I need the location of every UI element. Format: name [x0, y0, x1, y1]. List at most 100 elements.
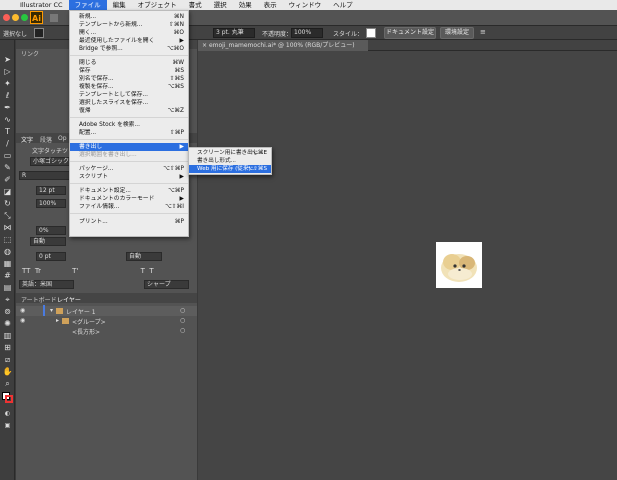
menu-item-save[interactable]: 保存 ⌘S — [70, 67, 188, 75]
close-window-icon[interactable] — [3, 14, 10, 21]
close-tab-icon[interactable]: × — [202, 42, 207, 49]
expand-chevron-icon[interactable]: ▸ — [56, 317, 59, 324]
expand-chevron-icon[interactable]: ▾ — [50, 307, 53, 314]
artboard[interactable] — [436, 242, 482, 288]
paintbrush-tool-icon[interactable]: ✎ — [2, 162, 13, 173]
opacity-input[interactable]: 100% — [291, 28, 323, 38]
menu-item-save-copy[interactable]: 複製を保存... ⌥⌘S — [70, 83, 188, 91]
zoom-window-icon[interactable] — [21, 14, 28, 21]
menu-item-export-as[interactable]: 書き出し形式... — [189, 157, 271, 165]
direct-selection-tool-icon[interactable]: ▷ — [2, 66, 13, 77]
document-setup-button[interactable]: ドキュメント設定 — [384, 27, 436, 39]
menu-item-save-for-web[interactable]: Web 用に保存 (従来)... ⌥⇧⌘S — [189, 165, 271, 173]
font-style-field[interactable]: R — [19, 171, 70, 180]
menu-window[interactable]: ウィンドウ — [283, 0, 328, 10]
drawing-mode-icon[interactable]: ◐ — [2, 408, 13, 419]
perspective-grid-tool-icon[interactable]: ▦ — [2, 258, 13, 269]
text-style-buttons[interactable]: TT Tr T' T T — [22, 267, 154, 275]
menu-item-document-color-mode[interactable]: ドキュメントのカラーモード ▶ — [70, 195, 188, 203]
menu-item-browse-bridge[interactable]: Bridge で参照... ⌥⌘O — [70, 45, 188, 53]
menu-item-open-recent[interactable]: 最近使用したファイルを開く ▶ — [70, 37, 188, 45]
layer-row[interactable]: ◉ ▾ レイヤー 1 ○ — [16, 305, 197, 317]
menu-item-document-setup[interactable]: ドキュメント設定... ⌥⌘P — [70, 187, 188, 195]
style-swatch[interactable] — [366, 28, 376, 38]
antialias-field[interactable]: シャープ — [144, 280, 189, 289]
menu-item-print[interactable]: プリント... ⌘P — [70, 218, 188, 226]
visibility-eye-icon[interactable]: ◉ — [20, 317, 25, 324]
vertical-scale-field[interactable]: 100% — [36, 199, 66, 208]
menu-item-export-for-screens[interactable]: スクリーン用に書き出し... ⌥⌘E — [189, 149, 271, 157]
layer-name[interactable]: <グループ> — [72, 317, 106, 326]
menu-type[interactable]: 書式 — [183, 0, 208, 10]
pen-tool-icon[interactable]: ✒ — [2, 102, 13, 113]
menu-edit[interactable]: 編集 — [107, 0, 132, 10]
visibility-eye-icon[interactable]: ◉ — [20, 307, 25, 314]
zoom-tool-icon[interactable]: ⌕ — [2, 378, 13, 389]
eyedropper-tool-icon[interactable]: ⌖ — [2, 294, 13, 305]
tab-layers[interactable]: レイヤー — [57, 295, 81, 304]
menu-item-save-selected-slices[interactable]: 選択したスライスを保存... — [70, 99, 188, 107]
menu-item-save-as[interactable]: 別名で保存... ⇧⌘S — [70, 75, 188, 83]
target-circle-icon[interactable]: ○ — [180, 327, 185, 334]
target-circle-icon[interactable]: ○ — [180, 307, 185, 314]
rectangle-tool-icon[interactable]: ▭ — [2, 150, 13, 161]
menu-effect[interactable]: 効果 — [233, 0, 258, 10]
menu-select[interactable]: 選択 — [208, 0, 233, 10]
menu-item-file-info[interactable]: ファイル情報... ⌥⇧⌘I — [70, 203, 188, 211]
layer-row[interactable]: <長方形> ○ — [16, 326, 197, 336]
preferences-button[interactable]: 環境設定 — [440, 27, 474, 39]
graph-tool-icon[interactable]: ▥ — [2, 330, 13, 341]
shape-builder-tool-icon[interactable]: ◍ — [2, 246, 13, 257]
touch-type-tool[interactable]: 文字タッチツ — [32, 146, 68, 155]
bridge-icon[interactable] — [50, 14, 58, 22]
font-size-field[interactable]: 12 pt — [36, 186, 66, 195]
canvas-area[interactable] — [198, 51, 617, 480]
gradient-tool-icon[interactable]: ▤ — [2, 282, 13, 293]
tab-paragraph[interactable]: 段落 — [40, 135, 52, 144]
menu-item-new[interactable]: 新規... ⌘N — [70, 13, 188, 21]
rotate-tool-icon[interactable]: ↻ — [2, 198, 13, 209]
tab-artboards[interactable]: アートボード — [21, 295, 57, 304]
menu-item-scripts[interactable]: スクリプト ▶ — [70, 173, 188, 181]
menu-item-search-adobe-stock[interactable]: Adobe Stock を検索... — [70, 121, 188, 129]
menu-item-open[interactable]: 開く... ⌘O — [70, 29, 188, 37]
type-tool-icon[interactable]: T — [2, 126, 13, 137]
menu-view[interactable]: 表示 — [258, 0, 283, 10]
aki-field[interactable]: 自動 — [126, 252, 162, 261]
tab-character[interactable]: 文字 — [21, 135, 33, 144]
slice-tool-icon[interactable]: ⧄ — [2, 354, 13, 365]
stroke-color-icon[interactable] — [5, 395, 13, 403]
menu-item-close[interactable]: 閉じる ⌘W — [70, 59, 188, 67]
minimize-window-icon[interactable] — [12, 14, 19, 21]
magic-wand-tool-icon[interactable]: ✦ — [2, 78, 13, 89]
menu-file[interactable]: ファイル — [68, 0, 107, 10]
menu-item-package[interactable]: パッケージ... ⌥⇧⌘P — [70, 165, 188, 173]
arrange-documents-icon[interactable]: ≡ — [480, 28, 494, 38]
line-tool-icon[interactable]: / — [2, 138, 13, 149]
lasso-tool-icon[interactable]: ℓ — [2, 90, 13, 101]
apple-menu-icon[interactable] — [0, 0, 14, 10]
width-tool-icon[interactable]: ⋈ — [2, 222, 13, 233]
document-tab[interactable]: × emoji_mamemochi.ai* @ 100% (RGB/プレビュー) — [198, 40, 368, 51]
menu-item-export[interactable]: 書き出し ▶ — [70, 143, 188, 151]
selection-tool-icon[interactable]: ➤ — [2, 54, 13, 65]
blend-tool-icon[interactable]: ⊚ — [2, 306, 13, 317]
target-circle-icon[interactable]: ○ — [180, 317, 185, 324]
eraser-tool-icon[interactable]: ◪ — [2, 186, 13, 197]
brush-definition-select[interactable]: 3 pt. 丸筆 — [213, 28, 255, 38]
tab-opentype[interactable]: Op — [58, 135, 67, 142]
menu-item-revert[interactable]: 復帰 ⌥⌘Z — [70, 107, 188, 115]
menu-item-new-from-template[interactable]: テンプレートから新規... ⇧⌘N — [70, 21, 188, 29]
fill-swatch[interactable] — [34, 28, 44, 38]
mesh-tool-icon[interactable]: # — [2, 270, 13, 281]
artboard-tool-icon[interactable]: ⊞ — [2, 342, 13, 353]
leading-mode-field[interactable]: 自動 — [30, 237, 66, 246]
tab-links[interactable]: リンク — [21, 49, 39, 58]
menu-item-save-as-template[interactable]: テンプレートとして保存... — [70, 91, 188, 99]
free-transform-tool-icon[interactable]: ⬚ — [2, 234, 13, 245]
language-field[interactable]: 英語：米国 — [19, 280, 74, 289]
screen-mode-icon[interactable]: ▣ — [2, 420, 13, 431]
menu-help[interactable]: ヘルプ — [327, 0, 359, 10]
font-family-field[interactable]: 小塚ゴシック P — [30, 157, 75, 166]
layer-name[interactable]: <長方形> — [72, 327, 100, 336]
